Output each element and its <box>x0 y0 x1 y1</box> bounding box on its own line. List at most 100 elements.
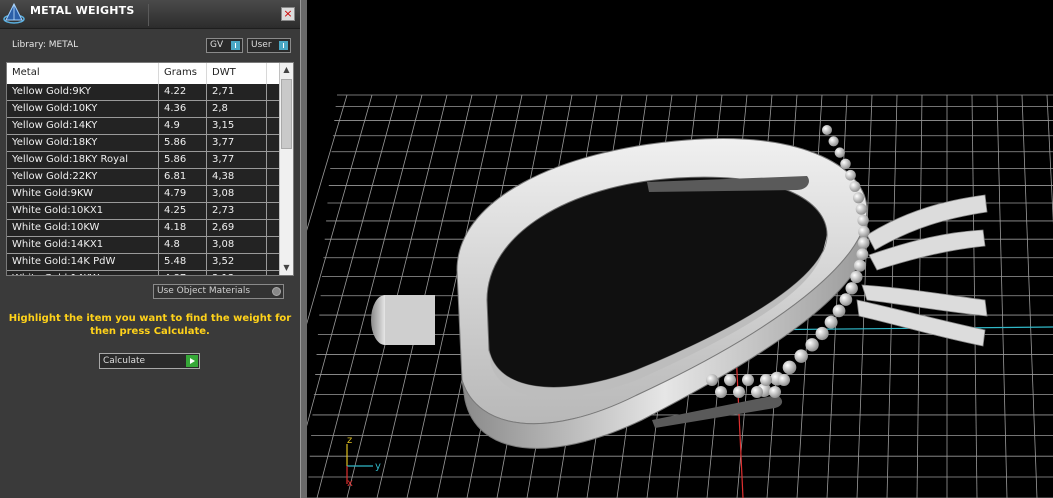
table-row[interactable]: Yellow Gold:18KY 5.86 3,77 <box>7 135 279 152</box>
ring-bead <box>853 259 867 272</box>
cell-dwt: 2,71 <box>207 84 267 100</box>
ring-bead <box>850 270 863 284</box>
ring-bead <box>845 282 858 295</box>
calculate-label: Calculate <box>103 356 146 366</box>
user-toggle-button[interactable]: User <box>247 38 291 53</box>
cell-grams: 4.79 <box>159 186 207 202</box>
cell-metal: Yellow Gold:9KY <box>7 84 159 100</box>
cell-grams: 4.25 <box>159 203 207 219</box>
cell-dwt: 2,8 <box>207 101 267 117</box>
ring-bead <box>849 181 861 192</box>
ring-bead <box>778 374 790 386</box>
title-divider <box>148 4 149 26</box>
cell-dwt: 4,38 <box>207 169 267 185</box>
toggle-indicator-icon <box>272 287 281 296</box>
cell-metal: Yellow Gold:18KY Royal <box>7 152 159 168</box>
ring-bead <box>855 203 867 215</box>
panel-splitter[interactable] <box>300 0 307 498</box>
panel-titlebar: METAL WEIGHTS × <box>0 0 300 29</box>
ring-bead <box>834 147 845 158</box>
ring-bead <box>751 386 763 398</box>
table-row[interactable]: White Gold:9KW 4.79 3,08 <box>7 186 279 203</box>
cell-dwt: 2,73 <box>207 203 267 219</box>
ring-bead <box>858 225 870 238</box>
table-row[interactable]: Yellow Gold:18KY Royal 5.86 3,77 <box>7 152 279 169</box>
ring-bead <box>815 326 829 341</box>
gv-toggle-button[interactable]: GV <box>206 38 243 53</box>
table-row[interactable]: Yellow Gold:22KY 6.81 4,38 <box>7 169 279 186</box>
cell-grams: 6.81 <box>159 169 207 185</box>
cell-metal: Yellow Gold:18KY <box>7 135 159 151</box>
user-toggle-label: User <box>251 40 272 50</box>
table-row[interactable]: White Gold:14K PdW 5.48 3,52 <box>7 254 279 271</box>
ring-bead <box>840 158 851 170</box>
column-header-grams[interactable]: Grams <box>159 63 207 84</box>
cell-grams: 5.86 <box>159 152 207 168</box>
grid-line <box>1046 94 1053 224</box>
use-object-materials-label: Use Object Materials <box>157 286 251 296</box>
ring-bead <box>805 338 819 352</box>
cell-metal: Yellow Gold:14KY <box>7 118 159 134</box>
table-row[interactable]: White Gold:14KW4.873,13 <box>7 271 279 275</box>
gizmo-y-label: y <box>375 461 381 472</box>
3d-viewport[interactable]: z y x <box>307 0 1053 498</box>
ring-bead <box>828 136 839 147</box>
table-row[interactable]: White Gold:10KX1 4.25 2,73 <box>7 203 279 220</box>
library-label: Library: METAL <box>12 40 79 50</box>
cell-metal: White Gold:14K PdW <box>7 254 159 270</box>
gizmo-x-label: x <box>347 478 353 489</box>
ring-bead <box>857 214 869 227</box>
gizmo-z-label: z <box>347 435 352 446</box>
cell-grams: 4.36 <box>159 101 207 117</box>
grid-line <box>307 94 348 231</box>
scroll-up-arrow-icon[interactable]: ▲ <box>280 63 293 77</box>
table-row[interactable]: Yellow Gold:10KY 4.36 2,8 <box>7 101 279 118</box>
cell-grams: 4.8 <box>159 237 207 253</box>
ring-model[interactable] <box>371 125 988 449</box>
scrollbar-thumb[interactable] <box>281 79 292 149</box>
cell-grams: 4.22 <box>159 84 207 100</box>
cell-metal: White Gold:10KW <box>7 220 159 236</box>
ring-bead <box>760 374 772 386</box>
calculate-button[interactable]: Calculate <box>99 353 200 369</box>
gv-toggle-label: GV <box>210 40 224 50</box>
cell-dwt: 3,13 <box>207 271 267 275</box>
table-scrollbar[interactable]: ▲ ▼ <box>279 63 293 275</box>
grid-line <box>1021 94 1038 498</box>
table-row[interactable]: White Gold:14KX1 4.8 3,08 <box>7 237 279 254</box>
close-icon[interactable]: × <box>281 7 295 21</box>
ring-prongs <box>856 194 988 347</box>
table-header: Metal Grams DWT <box>7 63 279 85</box>
table-row[interactable]: White Gold:10KW 4.18 2,69 <box>7 220 279 237</box>
cell-dwt: 2,69 <box>207 220 267 236</box>
column-header-dwt[interactable]: DWT <box>207 63 267 84</box>
panel-title: METAL WEIGHTS <box>30 4 135 17</box>
table-row[interactable]: Yellow Gold:14KY 4.9 3,15 <box>7 118 279 135</box>
user-toggle-indicator-icon <box>279 41 288 50</box>
ring-bead <box>824 315 838 329</box>
cell-grams: 4.87 <box>159 271 207 275</box>
table-row[interactable]: Yellow Gold:9KY 4.22 2,71 <box>7 84 279 101</box>
grid-line <box>996 94 1008 498</box>
ring-bead <box>742 374 754 386</box>
instruction-text: Highlight the item you want to find the … <box>8 313 292 337</box>
ring-bead <box>782 360 797 375</box>
ring-bead <box>857 237 870 249</box>
cell-dwt: 3,08 <box>207 237 267 253</box>
column-header-metal[interactable]: Metal <box>7 63 159 84</box>
ring-bead <box>832 304 846 318</box>
ring-bead <box>822 125 832 135</box>
cell-dwt: 3,77 <box>207 152 267 168</box>
cell-dwt: 3,15 <box>207 118 267 134</box>
ring-shank-block <box>385 295 435 345</box>
cell-metal: White Gold:14KW <box>7 271 159 275</box>
cell-metal: Yellow Gold:22KY <box>7 169 159 185</box>
cell-metal: White Gold:10KX1 <box>7 203 159 219</box>
use-object-materials-toggle[interactable]: Use Object Materials <box>153 284 284 299</box>
ring-bead <box>769 386 781 398</box>
scroll-down-arrow-icon[interactable]: ▼ <box>280 261 293 275</box>
ring-bead <box>733 386 745 398</box>
ring-bead <box>724 374 736 386</box>
viewport-canvas: z y x <box>307 94 1053 498</box>
grid-line <box>971 94 978 498</box>
